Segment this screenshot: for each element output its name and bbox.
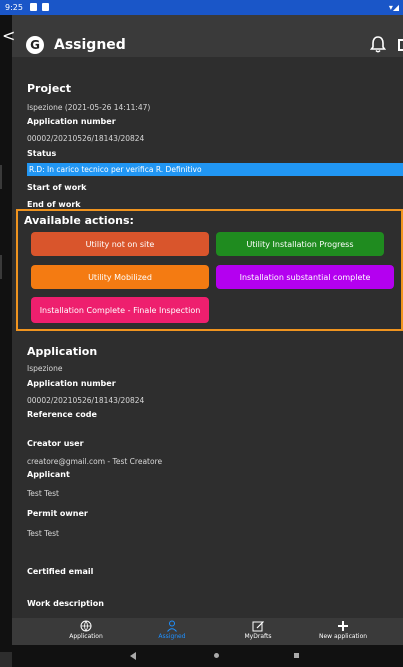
person-icon [167, 620, 177, 632]
edge-marker [0, 255, 2, 279]
status-value: R.D: In carico tecnico per verifica R. D… [27, 163, 403, 176]
notification-icon [30, 3, 37, 11]
application-number-value: 00002/20210526/18143/20824 [27, 134, 145, 143]
application-heading: Application [27, 345, 98, 358]
app-logo: G [26, 36, 44, 54]
end-of-work-label: End of work [27, 200, 81, 209]
page-title: Assigned [54, 37, 126, 53]
work-description-label: Work description [27, 599, 104, 608]
application-number-label: Application number [27, 117, 116, 126]
app-header: < G Assigned [2, 15, 403, 57]
nav-label: New application [318, 633, 368, 640]
nav-item-assigned[interactable]: Assigned [127, 618, 217, 645]
applicant-value: Test Test [27, 489, 59, 498]
menu-icon[interactable] [398, 39, 403, 51]
edge-marker [0, 165, 2, 189]
project-heading: Project [27, 82, 72, 95]
globe-icon [80, 620, 92, 632]
nav-item-new-application[interactable]: New application [298, 618, 388, 645]
status-label: Status [27, 149, 57, 158]
installation-substantial-complete-button[interactable]: Installation substantial complete [216, 265, 394, 289]
system-back-icon[interactable] [130, 652, 136, 660]
system-status-bar: 9:25 ▾◢ [0, 0, 403, 15]
bottom-navigation: Application Assigned MyDrafts New applic… [12, 618, 403, 645]
clock: 9:25 [5, 3, 23, 12]
nav-item-mydrafts[interactable]: MyDrafts [213, 618, 303, 645]
available-actions-title: Available actions: [24, 214, 134, 227]
sdcard-icon [42, 3, 49, 11]
back-button[interactable]: < [2, 26, 15, 45]
utility-mobilized-button[interactable]: Utility Mobilized [31, 265, 209, 289]
permit-owner-label: Permit owner [27, 509, 88, 518]
utility-installation-progress-button[interactable]: Utility Installation Progress [216, 232, 384, 256]
creator-user-value: creatore@gmail.com - Test Creatore [27, 457, 163, 466]
application-name: Ispezione [27, 364, 63, 373]
nav-item-application[interactable]: Application [41, 618, 131, 645]
left-edge-strip [0, 15, 12, 652]
utility-not-on-site-button[interactable]: Utility not on site [31, 232, 209, 256]
wifi-icon: ▾◢ [388, 3, 399, 12]
nav-label: MyDrafts [244, 633, 272, 640]
app-window: < G Assigned Project Ispezione (2021-05-… [2, 15, 403, 667]
project-name: Ispezione (2021-05-26 14:11:47) [27, 103, 151, 112]
plus-icon [338, 621, 348, 631]
nav-label: Assigned [158, 633, 186, 640]
system-navigation-bar [12, 645, 403, 667]
certified-email-label: Certified email [27, 567, 94, 576]
system-home-icon[interactable] [214, 653, 219, 658]
nav-label: Application [69, 633, 103, 640]
application-number-value: 00002/20210526/18143/20824 [27, 396, 145, 405]
edit-icon [252, 621, 264, 632]
permit-owner-value: Test Test [27, 529, 59, 538]
creator-user-label: Creator user [27, 439, 84, 448]
installation-complete-button[interactable]: Installation Complete - Finale Inspectio… [31, 297, 209, 323]
applicant-label: Applicant [27, 470, 70, 479]
system-recents-icon[interactable] [294, 653, 299, 658]
reference-code-label: Reference code [27, 410, 97, 419]
start-of-work-label: Start of work [27, 183, 87, 192]
application-number-label: Application number [27, 379, 116, 388]
bell-icon[interactable] [368, 34, 388, 54]
available-actions-panel: Available actions: Utility not on site U… [16, 209, 403, 331]
